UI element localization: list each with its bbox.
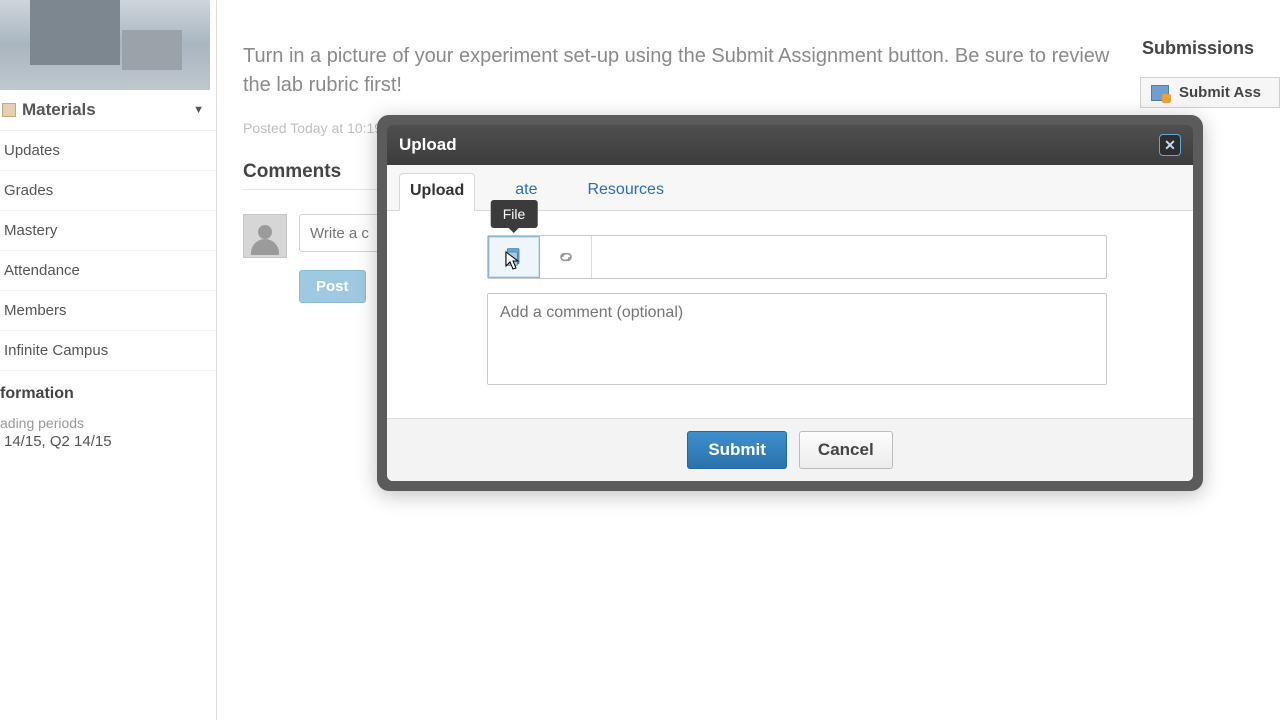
modal-body: Upload ate Resources File — [387, 165, 1193, 481]
right-panel: Submissions Submit Ass — [1140, 38, 1280, 108]
submit-button[interactable]: Submit — [687, 431, 787, 469]
upload-modal: Upload ✕ Upload ate Resources File — [377, 115, 1203, 491]
modal-content: File — [387, 211, 1193, 418]
submit-assignment-icon — [1151, 85, 1169, 101]
materials-icon — [2, 103, 16, 117]
close-icon[interactable]: ✕ — [1159, 134, 1181, 156]
sidebar-item-label: Mastery — [4, 222, 57, 239]
upload-toolbar: File — [487, 235, 1107, 279]
upload-comment-input[interactable] — [487, 293, 1107, 385]
avatar — [243, 214, 287, 258]
tab-upload[interactable]: Upload — [399, 173, 475, 211]
tooltip: File — [491, 200, 538, 228]
information-heading: formation — [0, 371, 216, 409]
sidebar-item-label: Grades — [4, 182, 53, 199]
modal-header: Upload ✕ — [387, 125, 1193, 165]
post-button[interactable]: Post — [299, 270, 366, 303]
sidebar-item-infinite-campus[interactable]: Infinite Campus — [0, 331, 216, 371]
materials-header[interactable]: Materials ▼ — [0, 90, 216, 131]
sidebar-item-label: Infinite Campus — [4, 342, 108, 359]
modal-footer: Submit Cancel — [387, 418, 1193, 481]
modal-title: Upload — [399, 135, 457, 155]
submissions-heading: Submissions — [1140, 38, 1280, 59]
assignment-description: Turn in a picture of your experiment set… — [243, 42, 1113, 100]
file-icon — [504, 247, 524, 267]
submit-assignment-button[interactable]: Submit Ass — [1140, 77, 1280, 108]
cancel-button[interactable]: Cancel — [799, 431, 893, 469]
link-icon — [556, 247, 576, 267]
sidebar-item-mastery[interactable]: Mastery — [0, 211, 216, 251]
sidebar-item-attendance[interactable]: Attendance — [0, 251, 216, 291]
sidebar-item-label: Updates — [4, 142, 60, 159]
course-image — [0, 0, 210, 90]
sidebar-item-label: Members — [4, 302, 67, 319]
grading-periods-value: 14/15, Q2 14/15 — [0, 433, 216, 450]
grading-periods-label: ading periods — [0, 409, 216, 433]
tab-resources[interactable]: Resources — [577, 173, 673, 210]
sidebar-item-grades[interactable]: Grades — [0, 171, 216, 211]
materials-label: Materials — [22, 100, 96, 120]
sidebar-item-label: Attendance — [4, 262, 80, 279]
sidebar-item-updates[interactable]: Updates — [0, 131, 216, 171]
submit-assignment-label: Submit Ass — [1179, 84, 1261, 101]
toolbar-spacer — [592, 236, 1106, 278]
chevron-down-icon[interactable]: ▼ — [193, 104, 204, 116]
sidebar-item-members[interactable]: Members — [0, 291, 216, 331]
left-sidebar: Materials ▼ Updates Grades Mastery Atten… — [0, 0, 217, 720]
file-upload-button[interactable]: File — [488, 236, 540, 278]
link-attach-button[interactable] — [540, 236, 592, 278]
